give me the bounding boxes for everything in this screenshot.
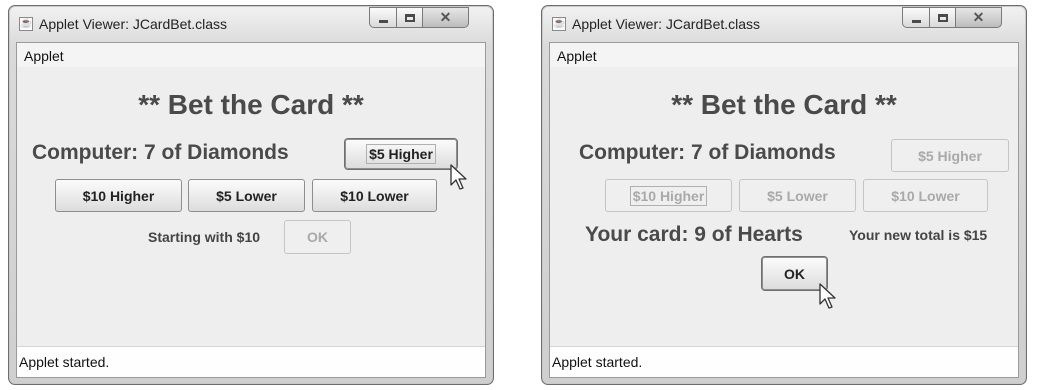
status-bar: Applet started.	[550, 346, 1018, 377]
bet-5-higher-label: $5 Higher	[366, 144, 436, 164]
status-bar-text: Applet started.	[552, 354, 643, 370]
maximize-icon	[405, 14, 415, 22]
menu-bar: Applet	[17, 43, 485, 67]
window-title: Applet Viewer: JCardBet.class	[572, 16, 761, 32]
applet-viewer-window-1: ☕ Applet Viewer: JCardBet.class ✕ Applet…	[8, 5, 494, 385]
applet-area: Applet ** Bet the Card ** Computer: 7 of…	[549, 42, 1019, 378]
window-controls: ✕	[369, 7, 487, 31]
bet-10-higher-label: $10 Higher	[629, 185, 708, 206]
close-icon: ✕	[972, 9, 985, 25]
maximize-icon	[938, 14, 948, 22]
minimize-icon	[379, 20, 388, 23]
title-bar[interactable]: ☕ Applet Viewer: JCardBet.class ✕	[9, 6, 493, 40]
java-applet-icon[interactable]: ☕	[552, 17, 566, 31]
player-card-label: Your card: 9 of Hearts	[585, 223, 803, 246]
status-bar-text: Applet started.	[19, 354, 110, 370]
minimize-icon	[912, 20, 921, 23]
minimize-button[interactable]	[369, 7, 397, 28]
status-message: Starting with $10	[148, 229, 261, 245]
maximize-button[interactable]	[396, 7, 423, 28]
status-bar: Applet started.	[17, 346, 485, 377]
menu-bar: Applet	[550, 43, 1018, 67]
bet-5-lower-button[interactable]: $5 Lower	[739, 179, 856, 212]
bet-10-higher-button[interactable]: $10 Higher	[605, 179, 732, 212]
game-heading: ** Bet the Card **	[138, 89, 364, 120]
bet-5-higher-button[interactable]: $5 Higher	[891, 139, 1009, 172]
close-icon: ✕	[439, 9, 452, 25]
java-applet-icon[interactable]: ☕	[19, 17, 33, 31]
close-button[interactable]: ✕	[422, 7, 469, 28]
bet-10-higher-button[interactable]: $10 Higher	[55, 179, 182, 212]
menu-applet[interactable]: Applet	[557, 48, 597, 64]
window-controls: ✕	[902, 7, 1020, 31]
bet-10-lower-button[interactable]: $10 Lower	[863, 179, 988, 212]
total-message: Your new total is $15	[849, 227, 988, 243]
mouse-pointer-icon	[450, 164, 467, 190]
menu-applet[interactable]: Applet	[24, 48, 64, 64]
bet-10-lower-button[interactable]: $10 Lower	[312, 179, 437, 212]
ok-button[interactable]: OK	[284, 220, 351, 254]
close-button[interactable]: ✕	[955, 7, 1002, 28]
applet-viewer-window-2: ☕ Applet Viewer: JCardBet.class ✕ Applet…	[541, 5, 1027, 385]
applet-area: Applet ** Bet the Card ** Computer: 7 of…	[16, 42, 486, 378]
game-heading: ** Bet the Card **	[671, 89, 897, 120]
title-bar[interactable]: ☕ Applet Viewer: JCardBet.class ✕	[542, 6, 1026, 40]
maximize-button[interactable]	[929, 7, 956, 28]
bet-5-lower-button[interactable]: $5 Lower	[188, 179, 305, 212]
window-title: Applet Viewer: JCardBet.class	[39, 16, 228, 32]
minimize-button[interactable]	[902, 7, 930, 28]
bet-5-higher-button[interactable]: $5 Higher	[345, 139, 457, 169]
mouse-pointer-icon	[819, 283, 836, 309]
computer-card-label: Computer: 7 of Diamonds	[32, 141, 289, 164]
computer-card-label: Computer: 7 of Diamonds	[579, 141, 836, 164]
